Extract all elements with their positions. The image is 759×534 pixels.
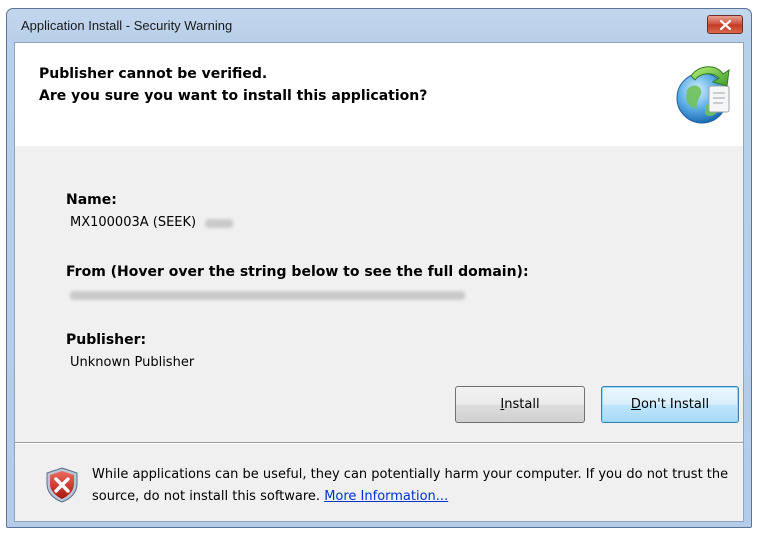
install-button-label: nstall [504, 397, 540, 412]
publisher-value: Unknown Publisher [70, 355, 195, 370]
footer-divider-highlight [15, 443, 743, 444]
header-line-2: Are you sure you want to install this ap… [39, 88, 428, 104]
dont-install-button[interactable]: Don't Install [601, 386, 739, 423]
install-button[interactable]: Install [455, 386, 585, 423]
close-button[interactable] [707, 15, 743, 34]
name-value: MX100003A (SEEK) [70, 215, 197, 230]
name-label: Name: [66, 192, 117, 208]
publisher-label: Publisher: [66, 332, 147, 348]
shield-warning-icon [46, 467, 78, 503]
more-information-link[interactable]: More Information... [324, 489, 448, 504]
header-line-1: Publisher cannot be verified. [39, 66, 268, 82]
globe-install-icon [676, 66, 730, 124]
redacted-name-suffix [205, 219, 233, 228]
dialog-body: Publisher cannot be verified. Are you su… [14, 42, 744, 522]
dont-install-button-accel: D [630, 397, 641, 412]
header-panel: Publisher cannot be verified. Are you su… [15, 43, 743, 146]
security-warning-dialog: Application Install - Security Warning P… [6, 8, 752, 528]
close-icon [720, 20, 731, 30]
redacted-source-path[interactable] [70, 291, 465, 300]
title-bar[interactable]: Application Install - Security Warning [7, 9, 751, 42]
from-label: From (Hover over the string below to see… [66, 264, 529, 280]
dont-install-button-label: on't Install [640, 397, 710, 412]
window-title: Application Install - Security Warning [21, 18, 233, 33]
warning-message: While applications can be useful, they c… [92, 464, 742, 508]
